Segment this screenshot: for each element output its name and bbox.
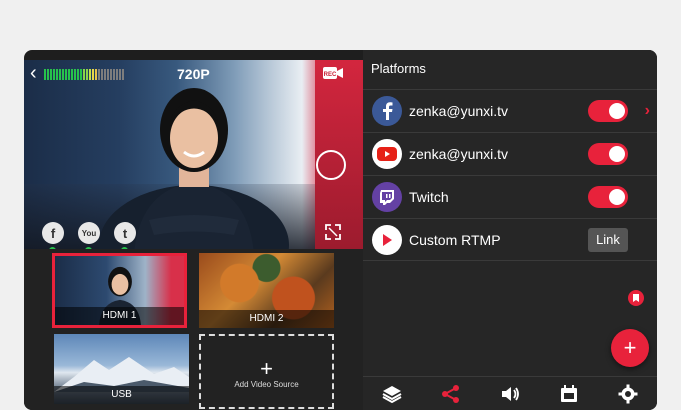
audio-meter-bar [47,69,49,80]
facebook-indicator: f [42,222,64,249]
audio-meter-bar [44,69,46,80]
audio-meter-bar [56,69,58,80]
audio-meter-bar [89,69,91,80]
source-tile-hdmi2[interactable]: HDMI 2 [199,253,334,328]
audio-meter-bar [83,69,85,80]
calendar-icon[interactable] [559,384,579,404]
platform-row-twitch[interactable]: Twitch [363,175,657,218]
source-label: HDMI 1 [55,307,184,325]
add-video-source-button[interactable]: + Add Video Source [199,334,334,409]
record-camera-icon[interactable]: REC [323,66,343,80]
youtube-icon [372,139,402,169]
platform-name: zenka@yunxi.tv [409,146,509,162]
audio-meter-bar [65,69,67,80]
resolution-label[interactable]: 720P [177,66,210,82]
platforms-panel: Platforms zenka@yunxi.tv › zenka@yunxi.t… [363,50,657,410]
fullscreen-icon[interactable] [325,224,341,240]
audio-meter-bar [107,69,109,80]
panel-title: Platforms [371,61,426,76]
rec-label: REC [324,72,337,78]
video-sources: HDMI 1 HDMI 2 USB + Add Video Source [24,249,363,410]
platform-name: Custom RTMP [409,231,501,248]
audio-meter-bar [53,69,55,80]
twitch-toggle[interactable] [588,186,628,208]
add-platform-button[interactable]: + [611,329,649,367]
audio-meter-bar [92,69,94,80]
chevron-right-icon[interactable]: › [645,102,650,120]
facebook-icon [372,96,402,126]
platform-row-facebook[interactable]: zenka@yunxi.tv › [363,89,657,132]
audio-meter-bar [80,69,82,80]
facebook-toggle[interactable] [588,100,628,122]
camera-preview[interactable]: ‹ 720P REC f You t [24,60,363,249]
youtube-indicator: You [78,222,100,249]
facebook-icon: f [42,222,64,244]
source-tile-hdmi1[interactable]: HDMI 1 [52,253,187,328]
plus-icon: + [260,356,273,381]
layers-icon[interactable] [382,384,402,404]
audio-meter-bar [50,69,52,80]
platform-name: Twitch [409,189,449,205]
source-label: USB [54,386,189,404]
youtube-icon: You [78,222,100,244]
audio-meter-bar [95,69,97,80]
audio-meter-bar [101,69,103,80]
play-icon [372,224,402,255]
audio-meter-bar [71,69,73,80]
audio-meter-bar [113,69,115,80]
bookmark-icon[interactable] [628,290,644,306]
volume-icon[interactable] [500,384,520,404]
add-source-label: Add Video Source [234,380,299,389]
platform-name: zenka@yunxi.tv [409,103,509,119]
audio-meter-bar [104,69,106,80]
audio-meter-bar [68,69,70,80]
source-tile-usb[interactable]: USB [54,334,189,404]
youtube-toggle[interactable] [588,143,628,165]
app-window: ‹ 720P REC f You t HDMI 1 HDMI 2 USB + A… [24,50,657,410]
share-icon[interactable] [441,384,461,404]
audio-meter-bar [59,69,61,80]
twitch-icon [372,182,402,212]
platform-row-custom-rtmp[interactable]: Custom RTMP Link [363,218,657,261]
twitch-indicator: t [114,222,136,249]
preview-top-bar: ‹ 720P REC [24,60,363,88]
gear-icon[interactable] [618,384,638,404]
audio-meter-bar [62,69,64,80]
audio-level-meter [44,69,124,80]
link-button[interactable]: Link [588,227,628,252]
bottom-toolbar [363,376,657,410]
source-label: HDMI 2 [199,310,334,328]
twitch-icon: t [114,222,136,244]
audio-meter-bar [74,69,76,80]
platform-row-youtube[interactable]: zenka@yunxi.tv [363,132,657,175]
audio-meter-bar [110,69,112,80]
audio-meter-bar [86,69,88,80]
audio-meter-bar [116,69,118,80]
platform-indicators: f You t [42,222,136,249]
audio-meter-bar [119,69,121,80]
record-button[interactable] [316,150,346,180]
audio-meter-bar [122,69,124,80]
audio-meter-bar [77,69,79,80]
audio-meter-bar [98,69,100,80]
